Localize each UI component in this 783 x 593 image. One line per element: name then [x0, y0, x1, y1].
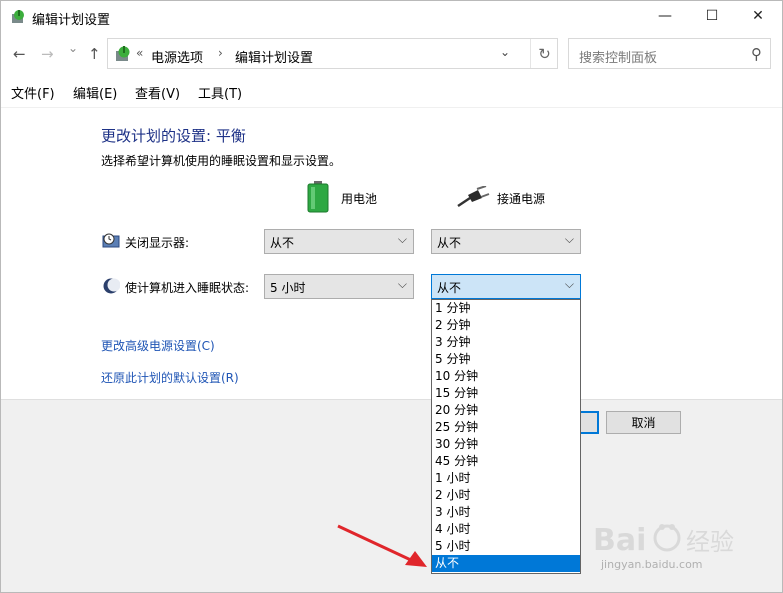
plug-icon [457, 186, 490, 208]
forward-arrow-icon[interactable]: → [41, 45, 54, 63]
dropdown-option[interactable]: 5 小时 [432, 538, 580, 555]
close-icon: ✕ [752, 8, 764, 24]
dropdown-option[interactable]: 5 分钟 [432, 351, 580, 368]
search-input[interactable]: 搜索控制面板 ⚲ [568, 38, 771, 69]
dropdown-option[interactable]: 30 分钟 [432, 436, 580, 453]
page-title: 更改计划的设置: 平衡 [101, 127, 246, 145]
menu-edit[interactable]: 编辑(E) [73, 83, 117, 102]
back-arrow-icon[interactable]: ← [13, 45, 26, 63]
sleep-label: 使计算机进入睡眠状态: [125, 281, 250, 295]
dropdown-option[interactable]: 2 小时 [432, 487, 580, 504]
select-value: 从不 [270, 236, 295, 250]
title-bar: 编辑计划设置 — ☐ ✕ [1, 1, 782, 33]
sleep-moon-icon [103, 278, 120, 294]
sleep-plugged-dropdown-list[interactable]: 1 分钟 2 分钟 3 分钟 5 分钟 10 分钟 15 分钟 20 分钟 25 分钟 30 分… [431, 299, 581, 574]
display-plugged-select[interactable]: 从不 ⌵ [431, 229, 581, 254]
advanced-power-settings-link[interactable]: 更改高级电源设置(C) [101, 337, 215, 354]
breadcrumb-power-options[interactable]: 电源选项 [151, 47, 203, 66]
restore-defaults-link[interactable]: 还原此计划的默认设置(R) [101, 369, 239, 386]
turn-off-display-label: 关闭显示器: [125, 236, 190, 250]
dropdown-option[interactable]: 10 分钟 [432, 368, 580, 385]
window-title: 编辑计划设置 [32, 13, 111, 28]
sleep-plugged-select[interactable]: 从不 ⌵ [431, 274, 581, 299]
dropdown-option[interactable]: 3 小时 [432, 504, 580, 521]
minimize-icon: — [658, 8, 672, 24]
breadcrumb-separator-icon[interactable]: › [218, 46, 223, 60]
menu-view[interactable]: 查看(V) [135, 83, 180, 102]
cancel-button[interactable]: 取消 [606, 411, 681, 434]
dropdown-option[interactable]: 45 分钟 [432, 453, 580, 470]
select-value: 5 小时 [270, 281, 306, 295]
dropdown-option[interactable]: 2 分钟 [432, 317, 580, 334]
select-value: 从不 [437, 281, 462, 295]
edit-plan-settings-window: 编辑计划设置 — ☐ ✕ ← → ⌄ ↑ « 电源选项 › 编辑计划设置 ⌄ ↻… [0, 0, 783, 593]
display-battery-select[interactable]: 从不 ⌵ [264, 229, 414, 254]
up-arrow-icon[interactable]: ↑ [88, 45, 101, 63]
navigation-bar: ← → ⌄ ↑ « 电源选项 › 编辑计划设置 ⌄ ↻ 搜索控制面板 ⚲ [1, 37, 782, 71]
battery-column-label: 用电池 [341, 192, 378, 206]
menu-tools[interactable]: 工具(T) [198, 83, 242, 102]
dropdown-option[interactable]: 3 分钟 [432, 334, 580, 351]
minimize-button[interactable]: — [642, 1, 688, 31]
menu-file[interactable]: 文件(F) [11, 83, 55, 102]
recent-locations-icon[interactable]: ⌄ [68, 41, 78, 55]
close-button[interactable]: ✕ [735, 1, 781, 31]
search-placeholder: 搜索控制面板 [579, 51, 658, 66]
dropdown-option[interactable]: 1 分钟 [432, 300, 580, 317]
address-bar[interactable]: « 电源选项 › 编辑计划设置 ⌄ ↻ [107, 38, 558, 69]
search-icon[interactable]: ⚲ [751, 45, 762, 63]
refresh-icon[interactable]: ↻ [530, 39, 558, 68]
display-timer-icon [102, 233, 120, 248]
dropdown-option[interactable]: 1 小时 [432, 470, 580, 487]
watermark-url: jingyan.baidu.com [601, 558, 703, 571]
chevron-down-icon: ⌵ [397, 277, 407, 291]
dropdown-option[interactable]: 从不 [432, 555, 580, 572]
dropdown-option[interactable]: 15 分钟 [432, 385, 580, 402]
address-dropdown-icon[interactable]: ⌄ [500, 45, 510, 59]
breadcrumb-edit-plan-settings[interactable]: 编辑计划设置 [235, 47, 313, 66]
chevron-down-icon: ⌵ [564, 232, 574, 246]
maximize-icon: ☐ [705, 8, 719, 24]
power-options-icon [116, 46, 130, 61]
battery-icon [307, 181, 329, 213]
svg-text:经验: 经验 [686, 528, 734, 556]
chevron-down-icon: ⌵ [397, 232, 407, 246]
page-description: 选择希望计算机使用的睡眠设置和显示设置。 [101, 154, 342, 168]
dropdown-option[interactable]: 20 分钟 [432, 402, 580, 419]
dropdown-option[interactable]: 25 分钟 [432, 419, 580, 436]
breadcrumb-overflow-icon[interactable]: « [136, 46, 143, 60]
red-arrow-annotation [337, 524, 427, 567]
plugged-in-column-label: 接通电源 [497, 192, 546, 206]
maximize-button[interactable]: ☐ [689, 1, 735, 31]
dropdown-option[interactable]: 4 小时 [432, 521, 580, 538]
menu-bar: 文件(F) 编辑(E) 查看(V) 工具(T) [1, 81, 782, 103]
svg-text:Bai: Bai [593, 523, 646, 558]
chevron-down-icon: ⌵ [564, 277, 574, 291]
sleep-battery-select[interactable]: 5 小时 ⌵ [264, 274, 414, 299]
select-value: 从不 [437, 236, 462, 250]
power-options-icon [12, 10, 24, 23]
